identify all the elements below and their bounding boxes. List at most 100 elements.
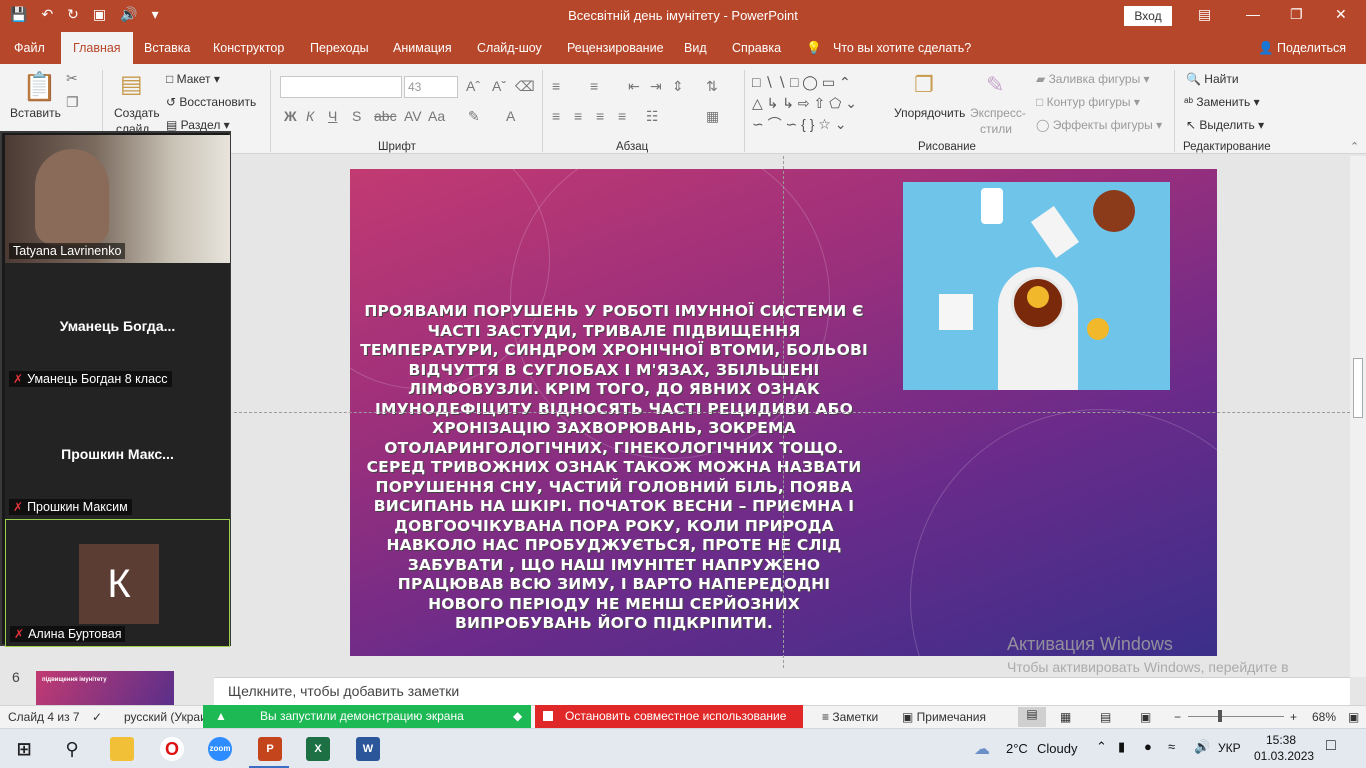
bold-icon[interactable]: Ж (284, 108, 297, 124)
change-case-icon[interactable]: Aa (428, 108, 445, 124)
slide-sorter-icon[interactable]: ▦ (1060, 710, 1071, 724)
file-explorer-icon[interactable] (110, 737, 134, 761)
new-slide-icon[interactable]: ▤ (120, 70, 143, 99)
sign-in-button[interactable]: Вход (1124, 6, 1172, 26)
vertical-scrollbar[interactable] (1350, 156, 1366, 677)
justify-icon[interactable]: ≡ (618, 108, 626, 124)
arrange-button[interactable]: Упорядочить (894, 106, 965, 120)
clock-date[interactable]: 01.03.2023 (1254, 749, 1314, 763)
share-button[interactable]: 👤 Поделиться (1258, 32, 1346, 64)
italic-icon[interactable]: К (306, 108, 314, 124)
input-language[interactable]: УКР (1218, 741, 1241, 755)
text-direction-icon[interactable]: ⇅ (706, 78, 718, 95)
tab-insert[interactable]: Вставка (144, 32, 190, 64)
convert-smartart-icon[interactable]: ▦ (706, 108, 719, 125)
windows-start-icon[interactable]: ⊞ (12, 737, 36, 761)
wifi-icon[interactable]: ≈ (1168, 739, 1175, 754)
weather-desc[interactable]: Cloudy (1037, 741, 1077, 756)
tab-animations[interactable]: Анимация (393, 32, 452, 64)
tray-expand-icon[interactable]: ⌃ (1096, 739, 1107, 755)
notes-button[interactable]: ≡ Заметки (822, 710, 878, 724)
tab-view[interactable]: Вид (684, 32, 707, 64)
zoom-video-panel[interactable]: Tatyana Lavrinenko Уманець Богда... ✗ Ума… (0, 131, 231, 647)
grow-font-icon[interactable]: Aˆ (466, 78, 480, 94)
bullets-icon[interactable]: ≡ (552, 78, 560, 94)
paste-button[interactable]: Вставить (10, 106, 61, 120)
zoom-in-icon[interactable]: + (1290, 710, 1297, 724)
reset-button[interactable]: ↺ Восстановить (166, 95, 256, 109)
zoom-slider-thumb[interactable] (1218, 710, 1222, 722)
participant-video-tile[interactable]: Tatyana Lavrinenko (5, 135, 230, 263)
microphone-icon[interactable]: ● (1144, 739, 1152, 754)
tab-home[interactable]: Главная (61, 32, 133, 64)
comments-button[interactable]: ▣ Примечания (902, 710, 986, 724)
spacing-icon[interactable]: AV (404, 108, 422, 124)
shapes-gallery[interactable]: □ ∖ ∖ □ ◯ ▭ ⌃ △ ↳ ↳ ⇨ ⇧ ⬠ ⌄ ∽ ⌒ ∽ { } ☆ ⌄ (752, 72, 890, 134)
tab-slideshow[interactable]: Слайд-шоу (477, 32, 542, 64)
weather-temp[interactable]: 2°C (1006, 741, 1028, 756)
shape-effects-button[interactable]: ◯ Эффекты фигуры ▾ (1036, 118, 1162, 132)
slide-body-text[interactable]: Проявами порушень у роботі імунної систе… (358, 302, 870, 634)
zoom-slider[interactable] (1188, 716, 1284, 717)
opera-icon[interactable]: O (160, 737, 184, 761)
layout-button[interactable]: □ Макет ▾ (166, 72, 220, 86)
align-right-icon[interactable]: ≡ (596, 108, 604, 124)
scrollbar-thumb[interactable] (1353, 358, 1363, 418)
shape-outline-button[interactable]: □ Контур фигуры ▾ (1036, 95, 1140, 109)
clear-format-icon[interactable]: ⌫ (515, 78, 535, 95)
stop-share-button[interactable]: Остановить совместное использование (535, 705, 803, 728)
collapse-ribbon-icon[interactable]: ⌃ (1350, 140, 1359, 153)
tell-me-search[interactable]: Что вы хотите сделать? (833, 32, 971, 64)
zoom-level[interactable]: 68% (1312, 710, 1336, 724)
battery-icon[interactable]: ▮ (1118, 739, 1125, 755)
font-color-icon[interactable]: A (506, 108, 515, 124)
normal-view-icon[interactable]: ▤ (1018, 707, 1046, 727)
increase-indent-icon[interactable]: ⇥ (650, 78, 662, 95)
spellcheck-icon[interactable]: ✓ (92, 710, 102, 724)
tab-help[interactable]: Справка (732, 32, 781, 64)
tab-transitions[interactable]: Переходы (310, 32, 369, 64)
font-size-combo[interactable]: 43 (404, 76, 458, 98)
find-button[interactable]: 🔍 Найти (1186, 72, 1239, 86)
tab-review[interactable]: Рецензирование (567, 32, 664, 64)
volume-icon[interactable]: 🔊 (1194, 739, 1210, 755)
section-button[interactable]: ▤ Раздел ▾ (166, 118, 230, 132)
fit-slide-icon[interactable]: ▣ (1348, 710, 1359, 724)
replace-button[interactable]: ᵃᵇ Заменить ▾ (1184, 95, 1260, 109)
participant-tile-active[interactable]: К ✗ Алина Буртовая (5, 519, 230, 647)
notifications-icon[interactable]: □ (1326, 737, 1336, 755)
excel-icon[interactable]: X (306, 737, 330, 761)
line-spacing-icon[interactable]: ⇕ (672, 78, 684, 95)
maximize-icon[interactable]: ❐ (1290, 6, 1303, 23)
close-icon[interactable]: ✕ (1335, 6, 1347, 23)
align-left-icon[interactable]: ≡ (552, 108, 560, 124)
quick-styles-icon[interactable]: ✎ (986, 72, 1004, 98)
slideshow-view-icon[interactable]: ▣ (1140, 710, 1151, 724)
tab-design[interactable]: Конструктор (213, 32, 284, 64)
new-slide-button[interactable]: Создать (114, 106, 160, 120)
select-button[interactable]: ↖ Выделить ▾ (1186, 118, 1264, 132)
paste-icon[interactable]: 📋 (22, 70, 57, 103)
word-icon[interactable]: W (356, 737, 380, 761)
shape-fill-button[interactable]: ▰ Заливка фигуры ▾ (1036, 72, 1150, 86)
shadow-icon[interactable]: S (352, 108, 361, 124)
search-icon[interactable]: ⚲ (60, 737, 84, 761)
numbering-icon[interactable]: ≡ (590, 78, 598, 94)
quick-styles-button[interactable]: Экспресс- (970, 106, 1026, 120)
highlight-icon[interactable]: ✎ (468, 108, 480, 125)
slide-thumbnail[interactable]: підвищення імунітету (36, 671, 174, 705)
participant-tile[interactable]: Уманець Богда... ✗ Уманець Богдан 8 класс (5, 263, 230, 391)
tab-file[interactable]: Файл (14, 32, 45, 64)
language-indicator[interactable]: русский (Украи (124, 710, 207, 724)
cut-icon[interactable]: ✂ (66, 70, 78, 87)
clock-time[interactable]: 15:38 (1266, 733, 1296, 747)
medicine-photo[interactable] (903, 182, 1170, 390)
decrease-indent-icon[interactable]: ⇤ (628, 78, 640, 95)
align-center-icon[interactable]: ≡ (574, 108, 582, 124)
underline-icon[interactable]: Ч (328, 108, 337, 124)
zoom-app-icon[interactable]: zoom (208, 737, 232, 761)
minimize-icon[interactable]: — (1246, 6, 1260, 22)
arrange-icon[interactable]: ❐ (914, 72, 934, 98)
columns-icon[interactable]: ☷ (646, 108, 659, 125)
shrink-font-icon[interactable]: Aˇ (492, 78, 506, 94)
